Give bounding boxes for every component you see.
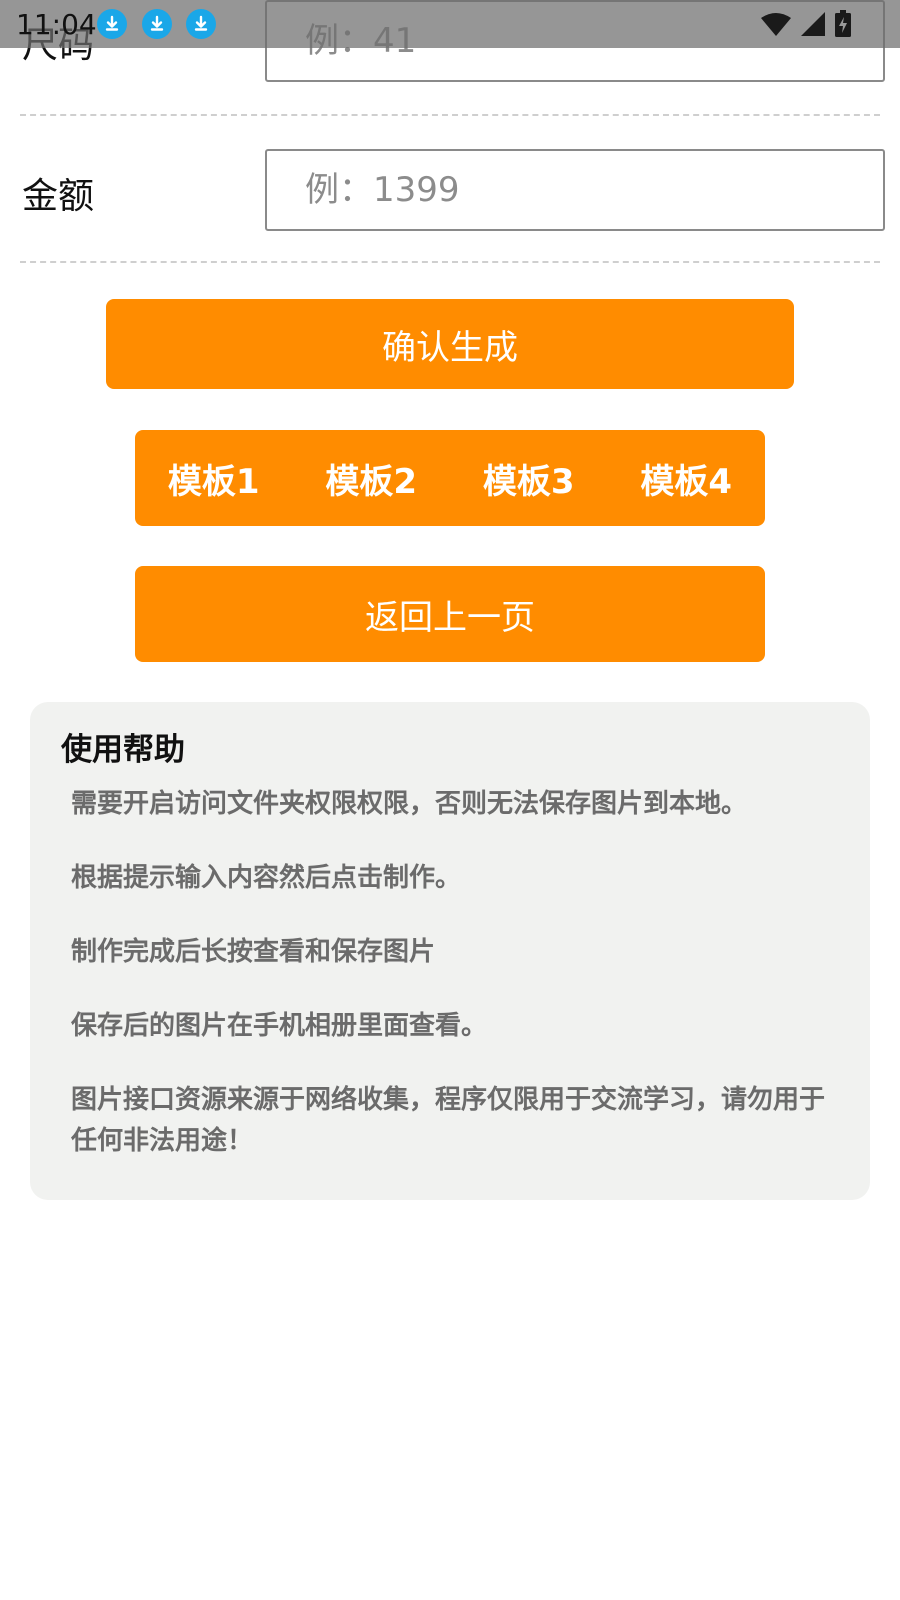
template-2-button[interactable]: 模板2 — [293, 454, 451, 503]
help-item: 根据提示输入内容然后点击制作。 — [71, 863, 462, 893]
template-selector: 模板1 模板2 模板3 模板4 — [135, 430, 765, 526]
battery-charging-icon — [834, 10, 852, 42]
status-icons — [760, 10, 852, 42]
help-item: 图片接口资源来源于网络收集，程序仅限用于交流学习，请勿用于任何非法用途！ — [71, 1085, 826, 1156]
amount-row: 金额 — [20, 147, 885, 233]
template-1-button[interactable]: 模板1 — [135, 454, 293, 503]
app-screen: 尺码 金额 确认生成 模板1 模板2 模板3 模板4 返回上一页 使用帮助 需要… — [0, 0, 900, 1600]
help-item: 保存后的图片在手机相册里面查看。 — [71, 1011, 488, 1041]
download-icon — [142, 9, 172, 39]
status-time: 11:04 — [16, 8, 97, 41]
template-3-button[interactable]: 模板3 — [450, 454, 608, 503]
back-button[interactable]: 返回上一页 — [135, 566, 765, 662]
help-panel: 使用帮助 需要开启访问文件夹权限权限，否则无法保存图片到本地。 根据提示输入内容… — [30, 702, 870, 1200]
amount-input[interactable] — [265, 149, 885, 231]
cell-signal-icon — [800, 11, 826, 41]
download-icon — [186, 9, 216, 39]
divider — [20, 114, 880, 116]
status-bar: 11:04 — [0, 0, 900, 48]
download-icon — [97, 9, 127, 39]
help-title: 使用帮助 — [61, 732, 185, 768]
divider — [20, 261, 880, 263]
amount-label: 金额 — [22, 176, 95, 217]
template-4-button[interactable]: 模板4 — [608, 454, 766, 503]
confirm-generate-button[interactable]: 确认生成 — [106, 299, 794, 389]
help-item: 需要开启访问文件夹权限权限，否则无法保存图片到本地。 — [71, 789, 748, 819]
help-item: 制作完成后长按查看和保存图片 — [71, 937, 436, 967]
wifi-icon — [760, 11, 792, 41]
